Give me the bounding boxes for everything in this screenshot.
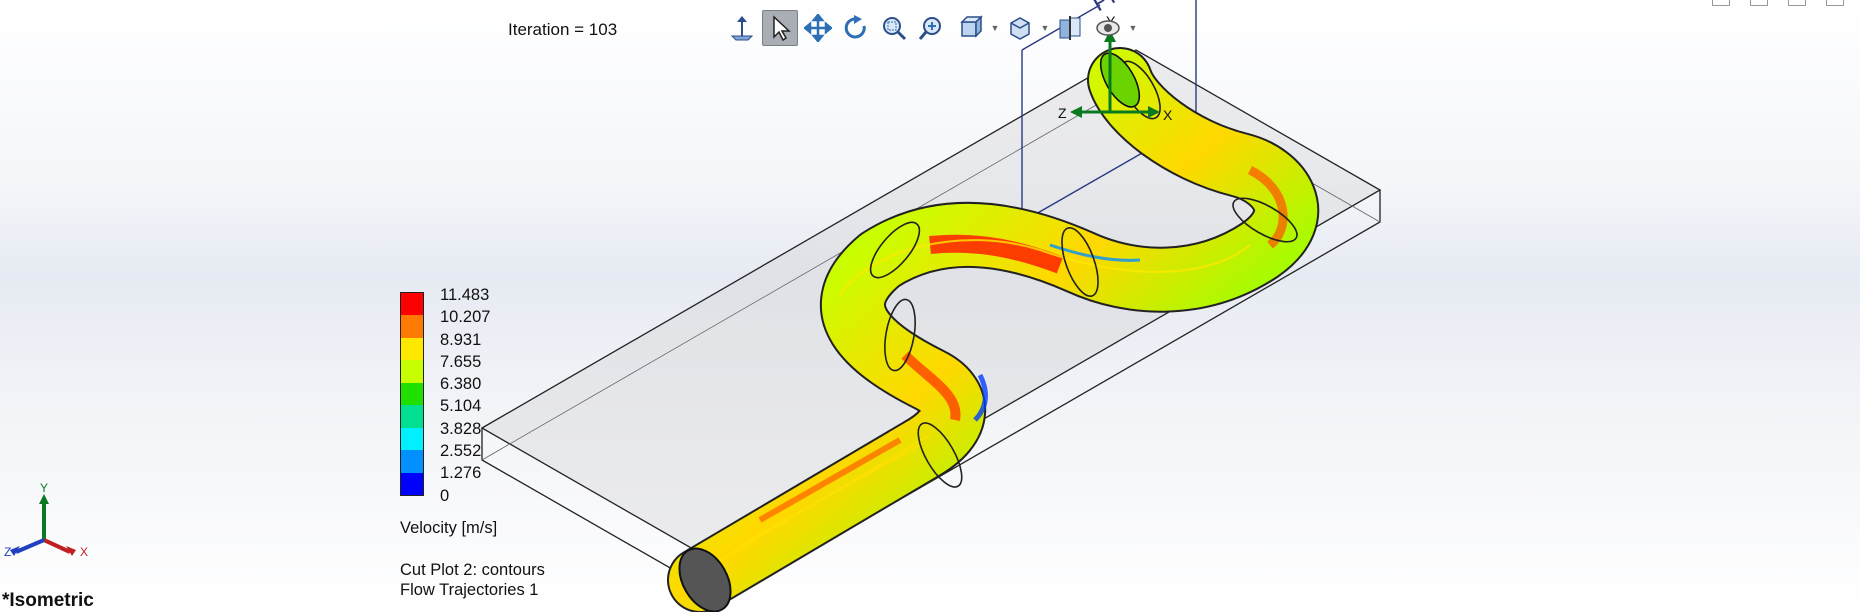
minimize-icon[interactable] [1750,0,1768,6]
legend-value: 2.552 [440,442,482,461]
iteration-counter: Iteration = 103 [508,20,618,39]
legend-swatch [401,427,423,451]
tile-icon[interactable] [1712,0,1730,6]
legend-swatch [401,337,423,361]
chevron-down-icon[interactable]: ▼ [1128,10,1138,46]
legend-swatch [401,315,423,338]
legend-color-bar [400,292,424,496]
legend-swatch [401,405,423,428]
model-triad-z: Z [1058,105,1067,121]
legend-value: 3.828 [440,419,482,438]
graphics-viewport[interactable]: Pla [0,0,1860,612]
orientation-triad[interactable]: Y X Z [0,480,100,560]
plot-line: Cut Plot 2: contours [400,561,545,579]
legend-value: 7.655 [440,352,482,371]
restore-icon[interactable] [1788,0,1806,6]
triad-x-label: X [80,545,88,559]
triad-y-label: Y [40,481,48,495]
zoom-to-area-icon[interactable] [914,10,950,46]
close-icon[interactable] [1826,0,1844,6]
triad-z-label: Z [4,545,11,559]
legend-swatch [401,450,423,473]
zoom-to-fit-icon[interactable] [876,10,912,46]
section-view-icon[interactable] [1052,10,1088,46]
legend-swatch [401,293,423,316]
model-view: Pla [480,0,1382,612]
legend-swatch [401,382,423,406]
normal-to-icon[interactable] [724,10,760,46]
chevron-down-icon[interactable]: ▼ [990,10,1000,46]
legend-value: 5.104 [440,397,482,416]
rotate-icon[interactable] [838,10,874,46]
model-triad-x: X [1163,107,1173,123]
legend-labels: 11.483 10.207 8.931 7.655 6.380 5.104 3.828 2.5… [440,286,491,511]
view-orientation-name: *Isometric [2,590,94,611]
legend-value: 0 [440,486,450,505]
view-orientation-icon[interactable] [952,10,988,46]
legend-swatch [401,360,423,383]
legend-value: 6.380 [440,375,482,394]
legend-value: 10.207 [440,308,491,327]
chevron-down-icon[interactable]: ▼ [1040,10,1050,46]
plot-list: Cut Plot 2: contours Flow Trajectories 1 [400,560,545,600]
pan-icon[interactable] [800,10,836,46]
hide-show-icon[interactable] [1090,10,1126,46]
display-style-icon[interactable] [1002,10,1038,46]
legend-title: Velocity [m/s] [400,519,498,537]
plot-line: Flow Trajectories 1 [400,581,539,599]
legend-value: 11.483 [440,286,490,304]
window-controls [1712,0,1844,6]
legend-value: 8.931 [440,330,482,349]
select-icon[interactable] [762,10,798,46]
legend-value: 1.276 [440,464,482,483]
heads-up-view-toolbar: ▼ ▼ ▼ [724,8,1138,48]
legend-swatch [401,472,423,495]
